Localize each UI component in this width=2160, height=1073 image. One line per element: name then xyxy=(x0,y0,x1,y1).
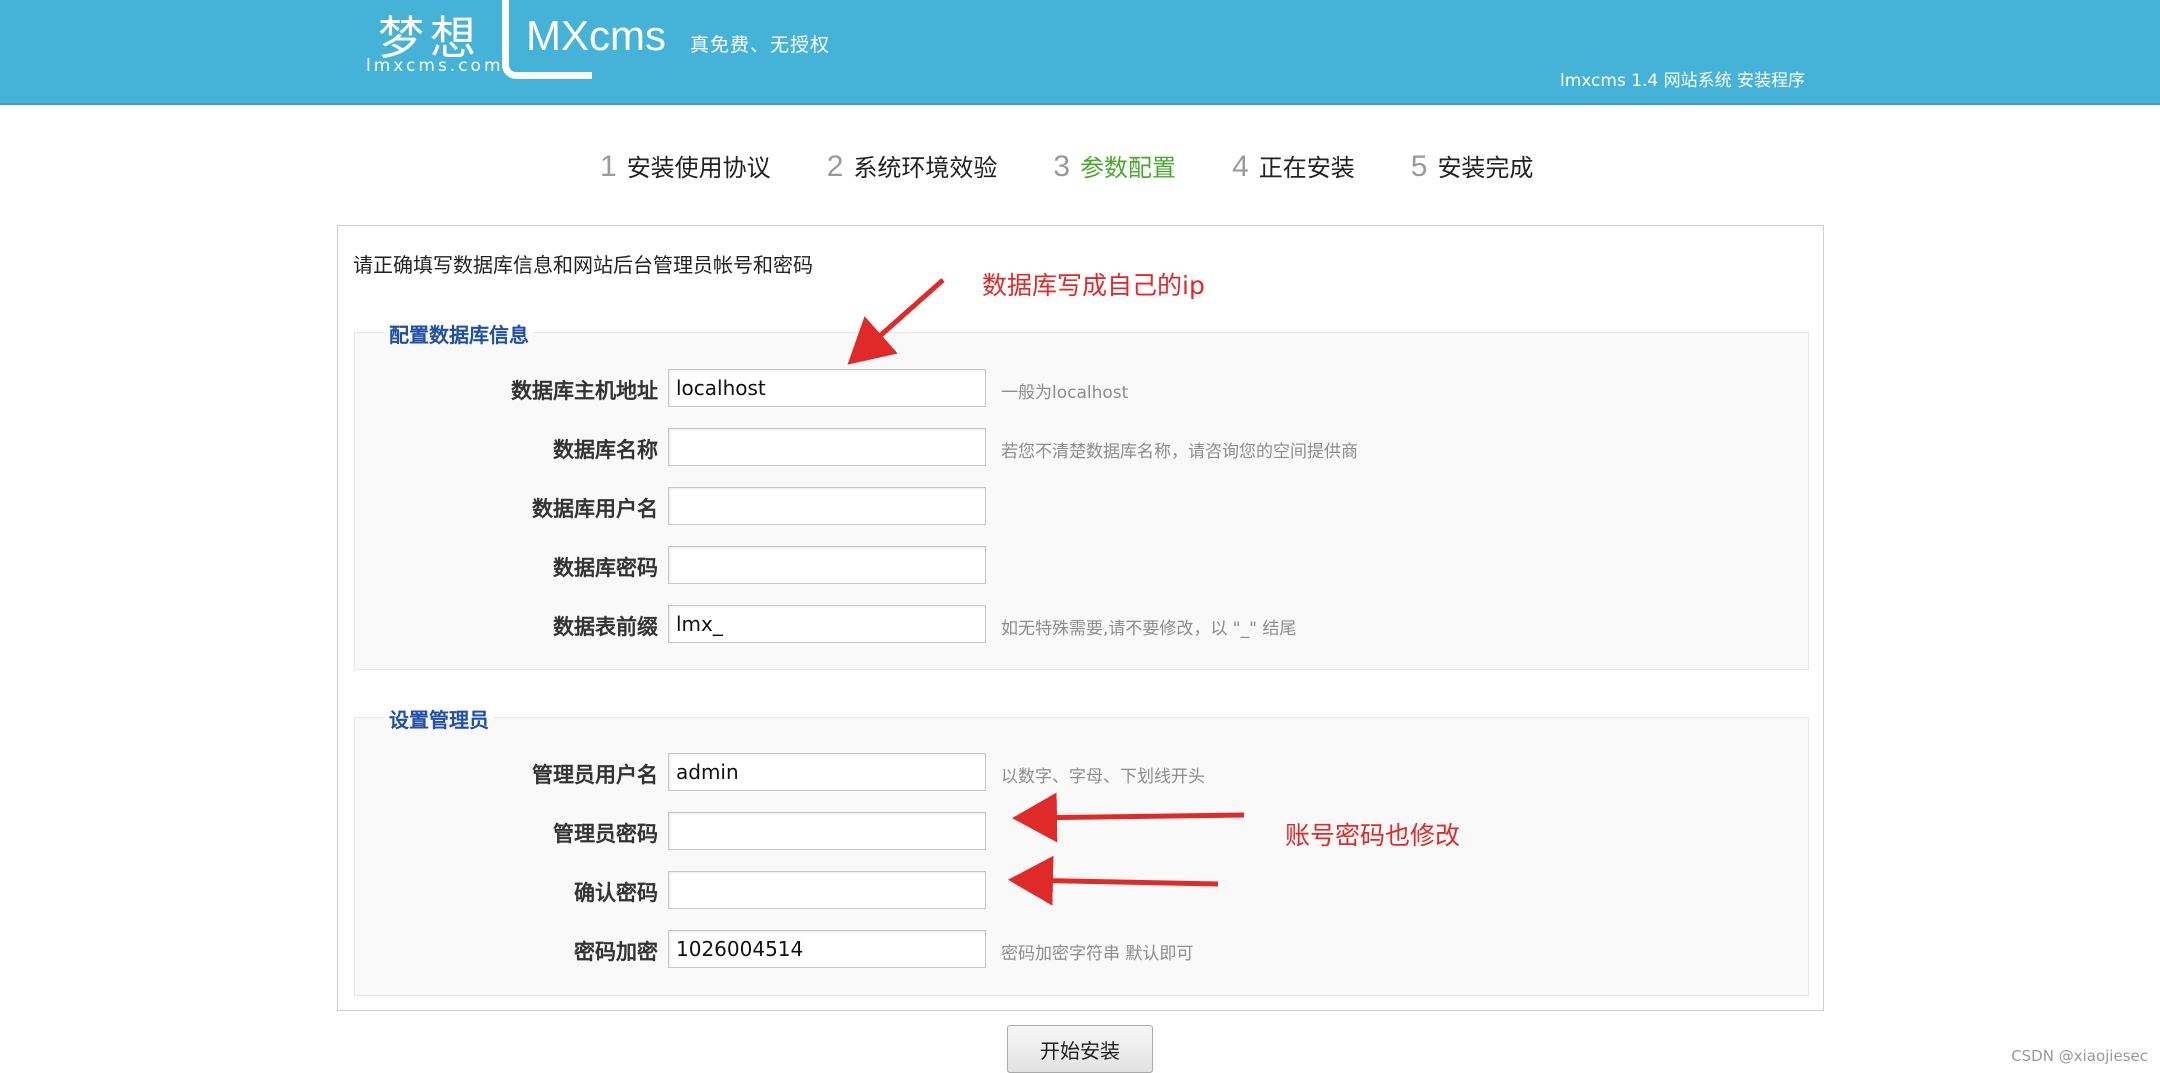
field-hint: 以数字、字母、下划线开头 xyxy=(1001,767,1205,787)
start-install-button[interactable]: 开始安装 xyxy=(1007,1025,1153,1073)
step-4: 4 正在安装 xyxy=(1232,148,1355,184)
field-label: 数据库用户名 xyxy=(532,497,658,521)
db-user-row: 数据库用户名 xyxy=(355,487,1808,527)
db-host-row: 数据库主机地址 一般为localhost xyxy=(355,369,1808,409)
step-2: 2 系统环境效验 xyxy=(827,148,998,184)
field-hint: 如无特殊需要,请不要修改，以 "_" 结尾 xyxy=(1001,619,1297,639)
field-label: 管理员用户名 xyxy=(532,763,658,787)
config-panel: 请正确填写数据库信息和网站后台管理员帐号和密码 配置数据库信息 数据库主机地址 … xyxy=(337,225,1824,1011)
field-label: 数据库名称 xyxy=(553,438,658,462)
admin-username-row: 管理员用户名 以数字、字母、下划线开头 xyxy=(355,753,1808,793)
db-prefix-row: 数据表前缀 如无特殊需要,请不要修改，以 "_" 结尾 xyxy=(355,605,1808,645)
admin-section-title: 设置管理员 xyxy=(385,704,493,733)
field-label: 数据表前缀 xyxy=(553,615,658,639)
db-password-input[interactable] xyxy=(668,546,986,584)
intro-text: 请正确填写数据库信息和网站后台管理员帐号和密码 xyxy=(353,253,813,277)
db-prefix-input[interactable] xyxy=(668,605,986,643)
step-label: 安装使用协议 xyxy=(626,154,771,182)
field-hint: 若您不清楚数据库名称，请咨询您的空间提供商 xyxy=(1001,442,1358,462)
db-config-section: 配置数据库信息 数据库主机地址 一般为localhost 数据库名称 若您不清楚… xyxy=(354,319,1809,670)
db-name-input[interactable] xyxy=(668,428,986,466)
admin-config-section: 设置管理员 管理员用户名 以数字、字母、下划线开头 管理员密码 确认密码 密码加… xyxy=(354,704,1809,996)
field-hint: 密码加密字符串 默认即可 xyxy=(1001,944,1194,964)
logo-domain: lmxcms.com xyxy=(366,56,504,76)
db-name-row: 数据库名称 若您不清楚数据库名称，请咨询您的空间提供商 xyxy=(355,428,1808,468)
field-label: 管理员密码 xyxy=(553,822,658,846)
annotation-account-note: 账号密码也修改 xyxy=(1285,821,1461,850)
field-hint: 一般为localhost xyxy=(1001,383,1129,403)
password-salt-row: 密码加密 密码加密字符串 默认即可 xyxy=(355,930,1808,970)
admin-password-input[interactable] xyxy=(668,812,986,850)
field-label: 密码加密 xyxy=(574,940,658,964)
db-section-title: 配置数据库信息 xyxy=(385,319,533,348)
logo-mxcms: MXcms xyxy=(526,12,666,59)
step-5: 5 安装完成 xyxy=(1411,148,1534,184)
admin-username-input[interactable] xyxy=(668,753,986,791)
admin-password-row: 管理员密码 xyxy=(355,812,1808,852)
password-salt-input[interactable] xyxy=(668,930,986,968)
field-label: 确认密码 xyxy=(574,881,658,905)
installer-title: lmxcms 1.4 网站系统 安装程序 xyxy=(1560,71,1806,91)
step-label: 正在安装 xyxy=(1258,154,1355,182)
install-steps: 1 安装使用协议 2 系统环境效验 3 参数配置 4 正在安装 5 安装完成 xyxy=(600,148,1589,192)
annotation-db-note: 数据库写成自己的ip xyxy=(982,271,1205,300)
step-label: 参数配置 xyxy=(1080,154,1177,182)
field-label: 数据库密码 xyxy=(553,556,658,580)
step-3-active: 3 参数配置 xyxy=(1053,148,1176,184)
db-password-row: 数据库密码 xyxy=(355,546,1808,586)
header-bar: 梦想 lmxcms.com MXcms 真免费、无授权 lmxcms 1.4 网… xyxy=(0,0,2160,105)
confirm-password-row: 确认密码 xyxy=(355,871,1808,911)
step-number: 5 xyxy=(1410,150,1428,183)
step-number: 2 xyxy=(826,150,844,183)
step-label: 安装完成 xyxy=(1437,154,1534,182)
confirm-password-input[interactable] xyxy=(668,871,986,909)
db-user-input[interactable] xyxy=(668,487,986,525)
step-label: 系统环境效验 xyxy=(853,154,998,182)
field-label: 数据库主机地址 xyxy=(511,379,658,403)
step-number: 3 xyxy=(1053,150,1071,183)
step-number: 4 xyxy=(1232,150,1249,183)
logo-slogan: 真免费、无授权 xyxy=(690,34,831,56)
db-host-input[interactable] xyxy=(668,369,986,407)
step-number: 1 xyxy=(600,150,617,183)
watermark: CSDN @xiaojiesec xyxy=(2011,1047,2148,1065)
step-1: 1 安装使用协议 xyxy=(600,148,771,184)
